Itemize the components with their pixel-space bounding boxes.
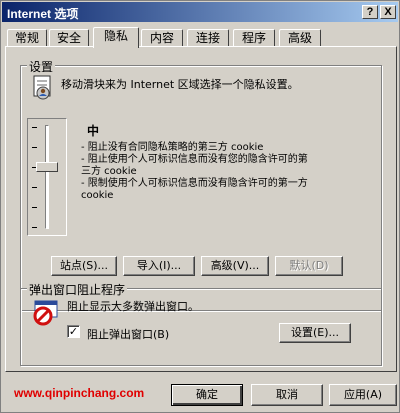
tab-privacy[interactable]: 隐私 — [93, 27, 139, 48]
import-button[interactable]: 导入(I)... — [123, 256, 195, 276]
sites-button[interactable]: 站点(S)... — [51, 256, 117, 276]
settings-group: 设置 移动滑块来为 Internet 区域选择一个隐私设置。 中 - 阻止没有合… — [20, 58, 382, 311]
privacy-level-line-1: - 阻止没有合同隐私策略的第三方 cookie — [81, 142, 264, 153]
ok-button[interactable]: 确定 — [171, 384, 243, 406]
cancel-button[interactable]: 取消 — [251, 384, 323, 406]
privacy-slider[interactable] — [27, 118, 67, 236]
privacy-level-line-2: - 阻止使用个人可标识信息而没有您的隐含许可的第 — [81, 154, 308, 165]
watermark-text: www.qinpinchang.com — [14, 386, 145, 400]
slider-thumb[interactable] — [36, 162, 58, 172]
popup-blocker-icon — [33, 300, 58, 326]
privacy-level-line-4: - 限制使用个人可标识信息而没有隐含许可的第一方 — [81, 178, 308, 189]
privacy-panel: 设置 移动滑块来为 Internet 区域选择一个隐私设置。 中 - 阻止没有合… — [5, 46, 397, 372]
tab-advanced[interactable]: 高级 — [279, 29, 321, 47]
help-button[interactable]: ? — [362, 5, 378, 19]
settings-group-label: 设置 — [27, 58, 56, 75]
privacy-level-line-5: cookie — [81, 190, 114, 201]
title-bar[interactable]: Internet 选项 ? X — [2, 2, 398, 22]
apply-button[interactable]: 应用(A) — [329, 384, 397, 406]
slider-tick — [32, 127, 37, 128]
advanced-button[interactable]: 高级(V)... — [201, 256, 269, 276]
tab-connections[interactable]: 连接 — [187, 29, 229, 47]
block-popups-label[interactable]: 阻止弹出窗口(B) — [87, 326, 169, 342]
slider-tick — [32, 207, 37, 208]
slider-track — [45, 125, 49, 229]
popup-description: 阻止显示大多数弹出窗口。 — [67, 300, 199, 313]
slider-tick — [32, 147, 37, 148]
window-title: Internet 选项 — [7, 7, 79, 21]
tab-strip: 常规 安全 隐私 内容 连接 程序 高级 — [5, 27, 397, 48]
slider-tick — [32, 227, 37, 228]
internet-options-dialog: Internet 选项 ? X 常规 安全 隐私 内容 连接 程序 高级 设置 … — [0, 0, 400, 413]
privacy-level-line-3: 三方 cookie — [81, 166, 137, 177]
tab-security[interactable]: 安全 — [49, 29, 89, 47]
popup-group-label: 弹出窗口阻止程序 — [27, 281, 128, 298]
tab-content[interactable]: 内容 — [141, 29, 183, 47]
block-popups-checkbox[interactable]: ✓ — [67, 325, 80, 338]
tab-general[interactable]: 常规 — [7, 29, 47, 47]
default-button[interactable]: 默认(D) — [275, 256, 343, 276]
popup-settings-button[interactable]: 设置(E)... — [279, 323, 351, 343]
popup-blocker-group: 弹出窗口阻止程序 阻止显示大多数弹出窗口。 ✓ 阻止弹出窗口(B) 设置(E).… — [20, 281, 382, 366]
privacy-level-title: 中 — [87, 124, 100, 138]
tab-programs[interactable]: 程序 — [233, 29, 275, 47]
close-button[interactable]: X — [380, 5, 396, 19]
settings-description: 移动滑块来为 Internet 区域选择一个隐私设置。 — [61, 78, 299, 91]
slider-tick — [32, 187, 37, 188]
privacy-document-icon — [33, 75, 51, 100]
